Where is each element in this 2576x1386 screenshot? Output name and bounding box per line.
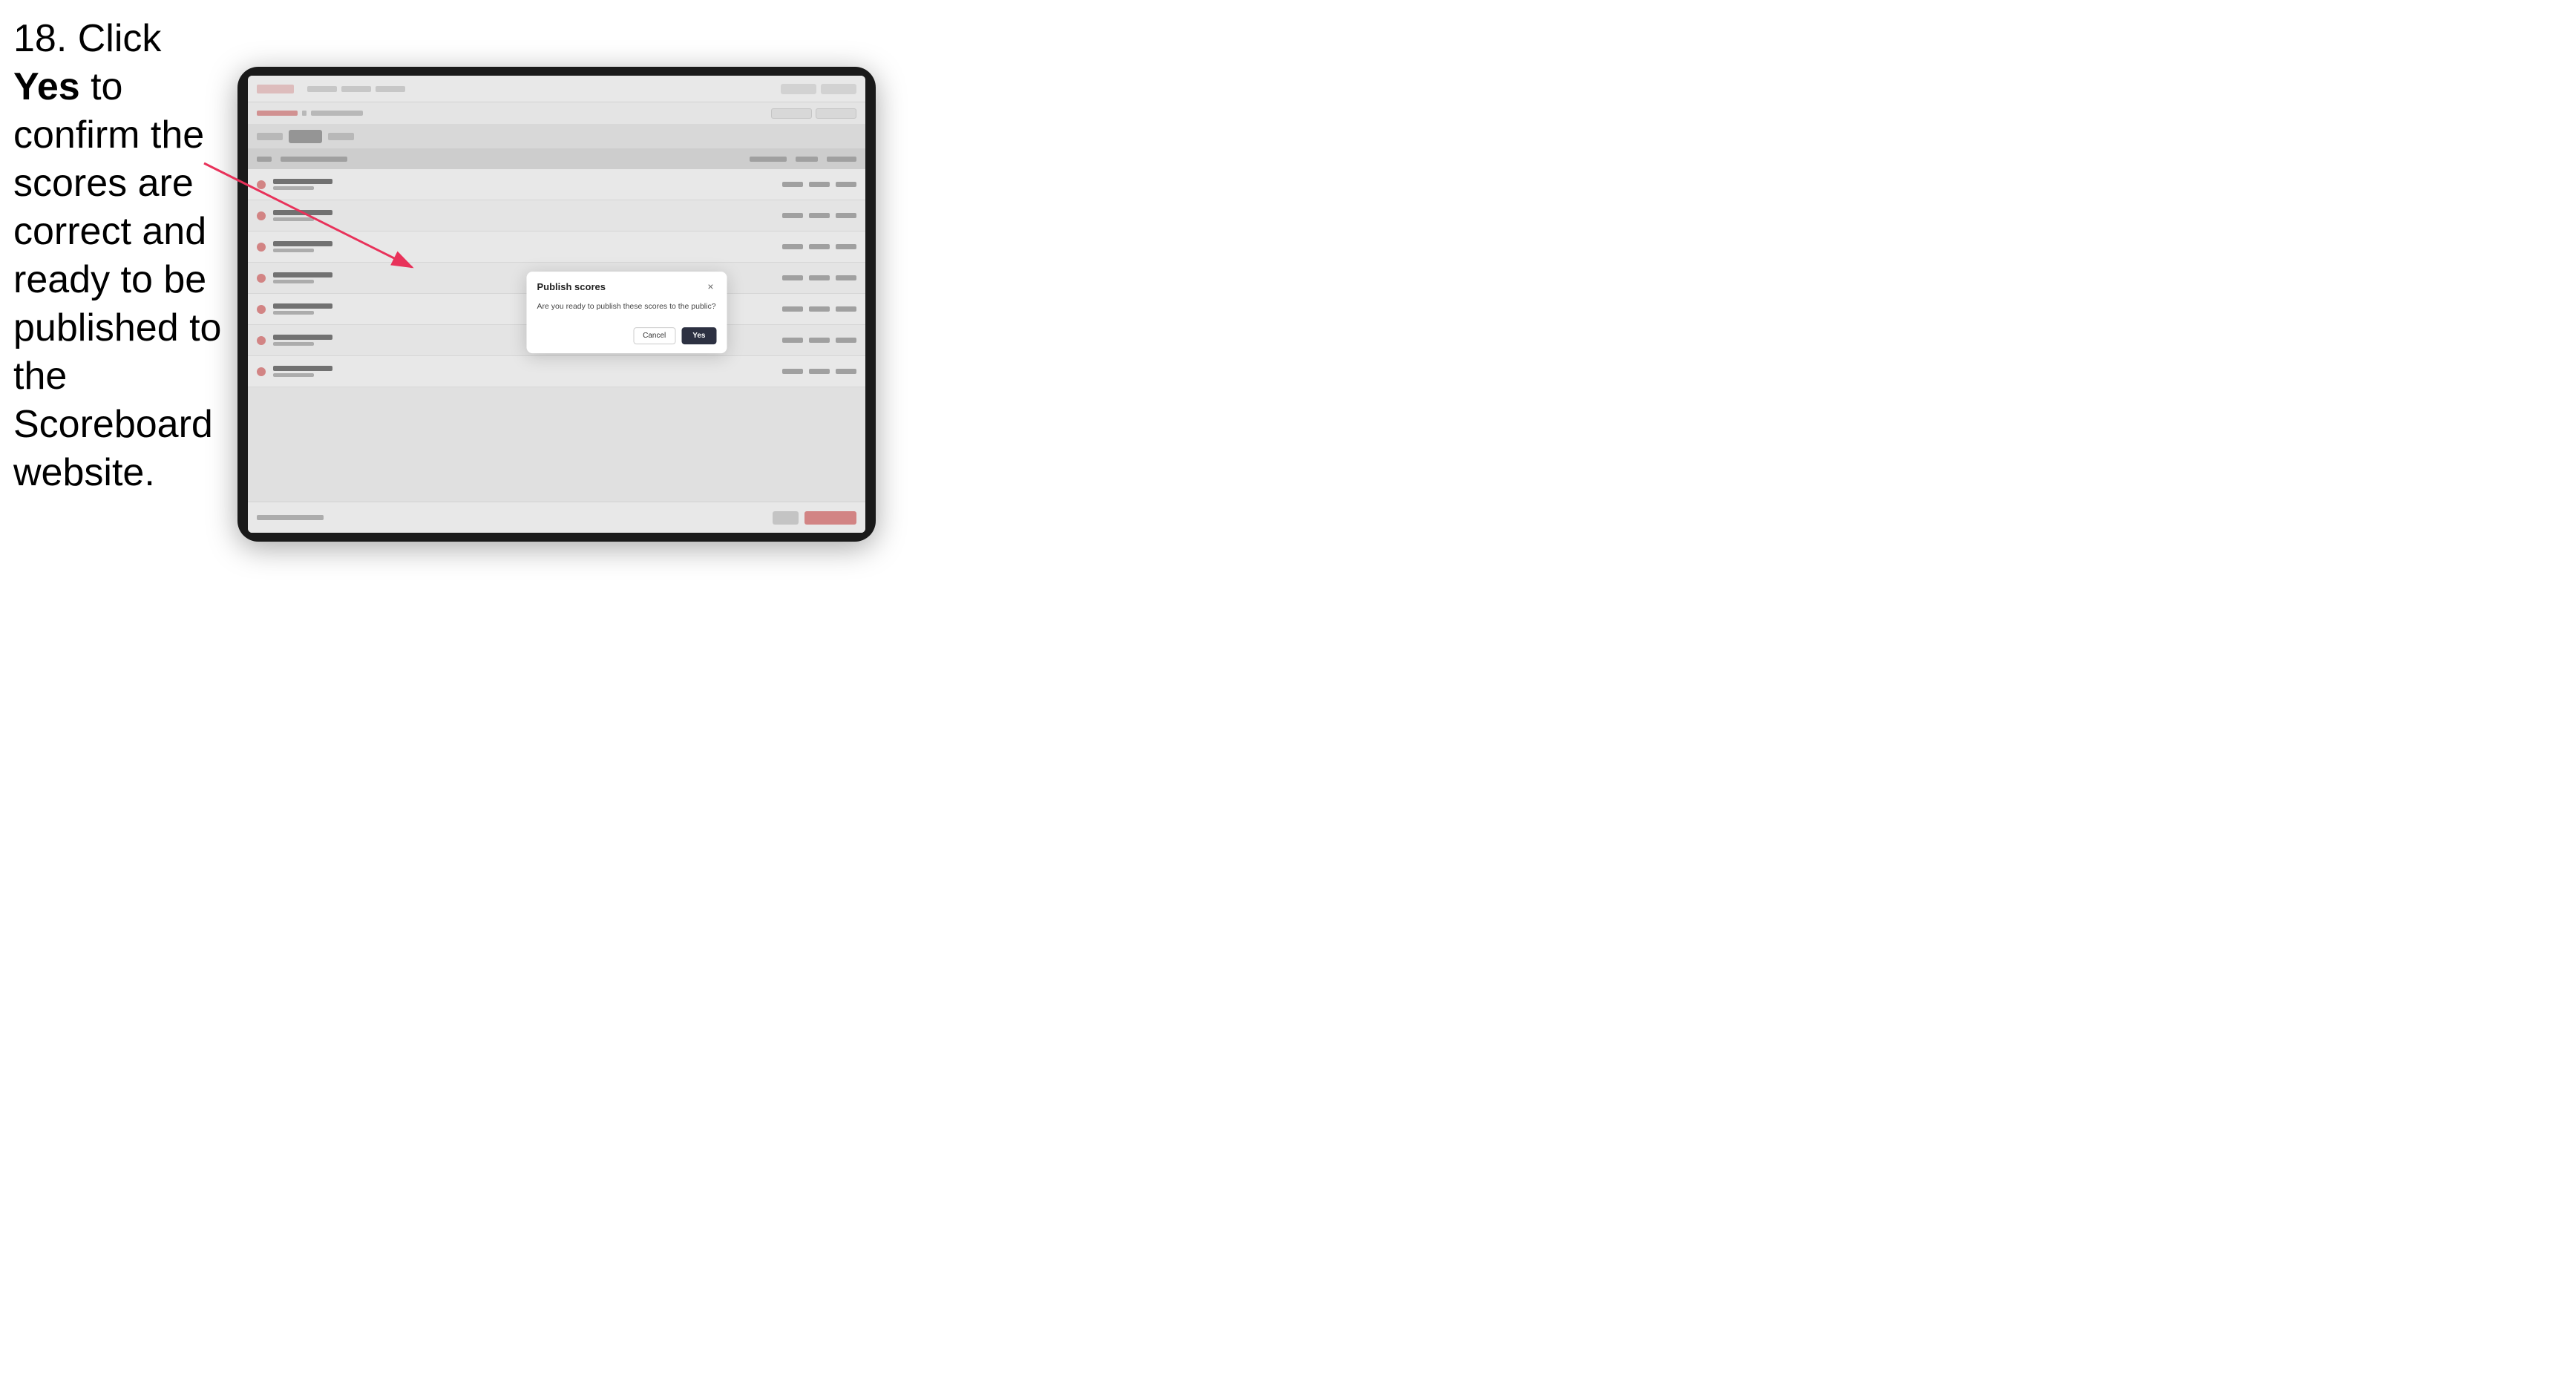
modal-title: Publish scores (537, 281, 606, 292)
instruction-text: 18. Click Yes to confirm the scores are … (13, 15, 229, 497)
yes-button[interactable]: Yes (681, 327, 716, 344)
step-number: 18. (13, 17, 67, 60)
tablet-screen: Publish scores × Are you ready to publis… (248, 76, 865, 533)
modal-close-button[interactable]: × (705, 280, 717, 292)
modal-footer: Cancel Yes (527, 323, 727, 353)
cancel-button[interactable]: Cancel (633, 327, 675, 344)
bold-yes: Yes (13, 65, 80, 108)
modal-body: Are you ready to publish these scores to… (527, 298, 727, 323)
publish-scores-modal: Publish scores × Are you ready to publis… (527, 272, 727, 353)
modal-header: Publish scores × (527, 272, 727, 298)
modal-message: Are you ready to publish these scores to… (537, 301, 717, 312)
tablet-device: Publish scores × Are you ready to publis… (237, 67, 876, 542)
